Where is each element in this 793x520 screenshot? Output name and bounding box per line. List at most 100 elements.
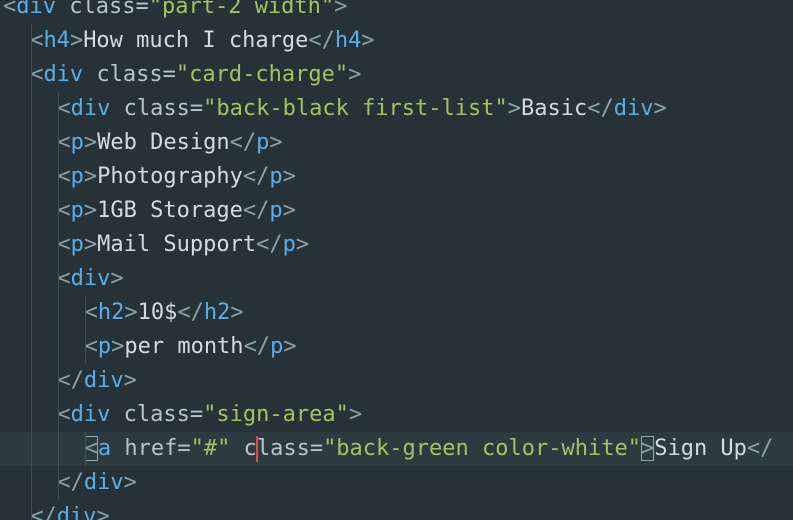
code-token-bracket: </	[746, 436, 774, 461]
code-line[interactable]: <div class="card-charge">	[0, 58, 793, 92]
code-token-bracket: </	[57, 368, 84, 393]
code-token-bracket: >	[361, 28, 375, 53]
code-token-tag: div	[56, 504, 97, 520]
code-token-bracket: </	[30, 504, 57, 520]
code-token-bracket: <	[57, 130, 71, 155]
code-line[interactable]: </div>	[0, 500, 793, 520]
code-token-bracket: >	[123, 368, 137, 393]
code-token-bracket: <	[57, 232, 71, 257]
indent-guide	[58, 92, 60, 500]
code-token-str: "sign-area"	[203, 402, 349, 427]
code-token-bracket: >	[283, 334, 297, 359]
code-token-tag: h2	[97, 300, 125, 325]
code-token-text: per month	[124, 334, 244, 359]
code-token-bracket: </	[229, 130, 257, 155]
code-line[interactable]: </div>	[0, 364, 793, 398]
code-token-eq: =	[189, 96, 204, 121]
code-token-attr: class	[123, 402, 190, 427]
code-token-attr: c	[243, 436, 257, 461]
code-token-text: Web Design	[97, 130, 230, 155]
code-token-bracket: </	[242, 164, 270, 189]
code-token-str: "card-charge"	[175, 62, 349, 87]
code-token-tag: p	[282, 232, 296, 257]
code-token-tag: div	[70, 402, 111, 427]
code-token-tag: div	[43, 62, 84, 87]
code-token-bracket: <	[84, 436, 98, 461]
code-token-attr: href	[124, 436, 178, 461]
code-token-eq: =	[162, 62, 176, 87]
code-token-attr: lass	[256, 436, 310, 461]
code-line[interactable]: <h2>10$</h2>	[0, 296, 793, 330]
code-token-bracket: >	[124, 300, 138, 325]
code-line[interactable]: <p>Web Design</p>	[0, 126, 793, 160]
indent-guide	[85, 432, 87, 466]
code-token-bracket: >	[269, 130, 283, 155]
code-token-tag: p	[269, 164, 283, 189]
code-token-bracket: <	[84, 300, 98, 325]
code-token-str: "#"	[190, 436, 231, 461]
code-token-bracket: </	[177, 300, 204, 325]
code-token-bracket: </	[587, 96, 614, 121]
code-token-eq: =	[177, 436, 191, 461]
code-line[interactable]: </div>	[0, 466, 793, 500]
code-token-text: Photography	[97, 164, 243, 189]
code-token-tag: div	[613, 96, 654, 121]
code-token-str: "back-green color-white"	[323, 436, 641, 461]
code-line[interactable]: <div class="part-2 width">	[0, 0, 793, 24]
code-token-bracket: <	[30, 28, 44, 53]
code-line[interactable]: <p>1GB Storage</p>	[0, 194, 793, 228]
code-token-bracket: <	[57, 266, 71, 291]
code-token-text: How much I charge	[83, 28, 309, 53]
code-token-bracket: </	[57, 470, 84, 495]
code-line[interactable]: <div class="sign-area">	[0, 398, 793, 432]
code-token-text: 10$	[137, 300, 178, 325]
code-token-text: Sign Up	[654, 436, 747, 461]
code-token-tag: p	[70, 164, 84, 189]
code-line[interactable]: <p>Photography</p>	[0, 160, 793, 194]
code-token-bracket: </	[243, 334, 271, 359]
code-token-bracket: </	[308, 28, 335, 53]
code-token-tag: p	[256, 130, 270, 155]
code-token-eq: =	[135, 0, 149, 19]
code-token-bracket: <	[84, 334, 98, 359]
code-token-bracket: >	[111, 334, 125, 359]
code-line[interactable]: <p>Mail Support</p>	[0, 228, 793, 262]
code-token-bracket: >	[123, 470, 137, 495]
code-editor[interactable]: <div class="part-2 width"> <h4>How much I…	[0, 0, 793, 520]
code-token-str: "back-black first-list"	[203, 96, 508, 121]
code-token-tag: div	[70, 96, 111, 121]
code-token-bracket: <	[57, 96, 71, 121]
code-token-tag: div	[16, 0, 56, 19]
code-token-bracket: >	[507, 96, 522, 121]
code-line[interactable]: <a href="#" class="back-green color-whit…	[0, 432, 793, 466]
code-token-bracket: >	[348, 402, 363, 427]
code-token-bracket: <	[57, 164, 71, 189]
code-line[interactable]: <p>per month</p>	[0, 330, 793, 364]
code-token-tag: p	[97, 334, 112, 359]
code-token-bracket: >	[653, 96, 667, 121]
code-token-attr: class	[69, 0, 136, 19]
code-token-bracket: >	[83, 232, 98, 257]
code-token-tag: div	[83, 470, 124, 495]
code-token-bracket: >	[640, 436, 655, 461]
code-token-text: 1GB Storage	[97, 198, 243, 223]
code-line[interactable]: <div class="back-black first-list">Basic…	[0, 92, 793, 126]
code-line[interactable]: <h4>How much I charge</h4>	[0, 24, 793, 58]
code-token-bracket: >	[282, 198, 296, 223]
code-token-attr: class	[123, 96, 190, 121]
code-token-tag: p	[269, 198, 283, 223]
code-token-tag: h4	[334, 28, 362, 53]
code-token-attr: class	[96, 62, 163, 87]
code-line[interactable]: <div>	[0, 262, 793, 296]
code-token-tag: p	[70, 130, 84, 155]
code-token-bracket: <	[57, 402, 71, 427]
code-token-bracket: >	[83, 164, 98, 189]
code-token-bracket: >	[295, 232, 310, 257]
code-token-eq: =	[189, 402, 204, 427]
code-token-tag: p	[270, 334, 284, 359]
